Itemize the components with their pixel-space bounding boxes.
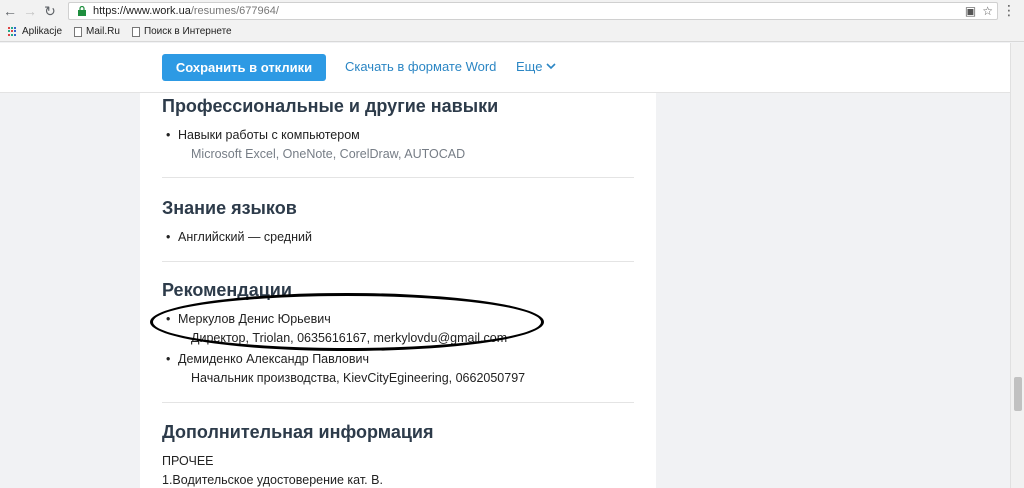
- bookmark-label: Mail.Ru: [86, 26, 120, 37]
- skills-detail: Microsoft Excel, OneNote, CorelDraw, AUT…: [191, 147, 466, 161]
- recommendation-detail: Начальник производства, KievCityEgineeri…: [191, 371, 526, 385]
- resume-toolbar: Сохранить в отклики Скачать в формате Wo…: [0, 43, 1010, 93]
- divider: [162, 402, 634, 403]
- page-icon: [74, 26, 83, 37]
- scrollbar-thumb[interactable]: [1014, 377, 1022, 411]
- forward-icon[interactable]: →: [20, 0, 40, 22]
- additional-title: Дополнительная информация: [162, 422, 434, 442]
- bookmarks-bar: Aplikacje Mail.Ru Поиск в Интернете: [0, 22, 1024, 42]
- recommendations-title: Рекомендации: [162, 280, 292, 300]
- additional-line: 1.Водительское удостоверение кат. В.: [162, 473, 383, 487]
- recommendation-detail: Директор, Triolan, 0635616167, merkylovd…: [191, 331, 508, 345]
- url-path: /resumes/677964/: [190, 5, 279, 17]
- bookmark-label: Поиск в Интернете: [143, 26, 232, 37]
- apps-icon: [8, 26, 18, 37]
- chevron-down-icon: [546, 63, 557, 70]
- star-icon[interactable]: ☆: [982, 4, 993, 18]
- menu-icon[interactable]: ⋮: [1002, 2, 1016, 19]
- download-word-link[interactable]: Скачать в формате Word: [345, 59, 496, 74]
- additional-line: ПРОЧЕЕ: [162, 454, 214, 468]
- bookmark-label: Aplikacje: [22, 26, 63, 37]
- bookmark-search[interactable]: Поиск в Интернете: [131, 26, 232, 37]
- more-label: Еще: [516, 59, 543, 74]
- skills-item: Навыки работы с компьютером: [166, 128, 360, 142]
- reload-icon[interactable]: ↻: [40, 0, 60, 22]
- browser-toolbar: ← → ↻ https://www.work.ua/resumes/677964…: [0, 0, 1024, 22]
- url-text: https://www.work.ua/resumes/677964/: [93, 5, 279, 17]
- languages-title: Знание языков: [162, 198, 297, 218]
- lock-icon: [75, 4, 89, 18]
- page-scrollbar[interactable]: [1010, 43, 1024, 488]
- resume-card: Профессиональные и другие навыки Навыки …: [140, 93, 656, 488]
- save-to-responses-button[interactable]: Сохранить в отклики: [162, 54, 326, 81]
- translate-icon[interactable]: ▣: [965, 4, 976, 18]
- divider: [162, 261, 634, 262]
- page-content: Сохранить в отклики Скачать в формате Wo…: [0, 43, 1010, 488]
- url-host: https://www.work.ua: [93, 5, 191, 17]
- back-icon[interactable]: ←: [0, 0, 20, 22]
- page-icon: [131, 26, 140, 37]
- recommendation-name: Демиденко Александр Павлович: [166, 352, 369, 366]
- bookmark-mailru[interactable]: Mail.Ru: [74, 26, 120, 37]
- bookmark-aplikacje[interactable]: Aplikacje: [8, 26, 62, 37]
- recommendation-name: Меркулов Денис Юрьевич: [166, 312, 331, 326]
- skills-title: Профессиональные и другие навыки: [162, 96, 499, 116]
- divider: [162, 177, 634, 178]
- address-bar[interactable]: https://www.work.ua/resumes/677964/ ▣ ☆: [68, 2, 998, 20]
- more-dropdown[interactable]: Еще: [516, 59, 557, 74]
- language-item: Английский — средний: [166, 230, 312, 244]
